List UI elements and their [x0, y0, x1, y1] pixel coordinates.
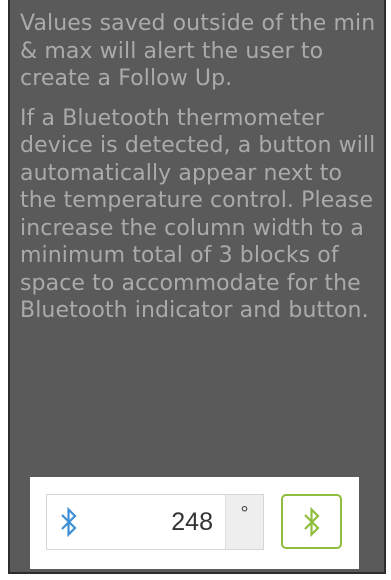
help-text: Values saved outside of the min & max wi…	[20, 10, 382, 325]
bluetooth-icon	[303, 506, 320, 537]
help-paragraph-bluetooth: If a Bluetooth thermometer device is det…	[20, 105, 376, 324]
help-panel: Values saved outside of the min & max wi…	[8, 0, 386, 574]
help-paragraph-min-max: Values saved outside of the min & max wi…	[20, 11, 376, 91]
temperature-unit: °	[225, 495, 263, 549]
temperature-value[interactable]: 248	[91, 495, 225, 549]
temperature-control-card: 248 °	[30, 477, 359, 569]
bluetooth-icon	[61, 507, 77, 537]
bluetooth-indicator-icon	[47, 495, 91, 549]
bluetooth-button[interactable]	[281, 494, 342, 549]
temperature-input-group[interactable]: 248 °	[46, 494, 264, 550]
